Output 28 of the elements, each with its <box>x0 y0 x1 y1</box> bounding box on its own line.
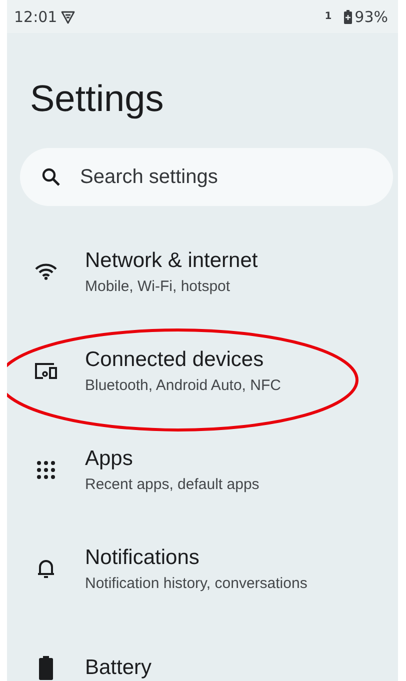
bell-icon <box>37 558 55 579</box>
item-title: Connected devices <box>85 348 265 372</box>
search-icon <box>42 168 60 186</box>
settings-item[interactable]: Connected devices Bluetooth, Android Auto, NFC <box>7 321 398 420</box>
battery-percent: 93% <box>354 8 388 26</box>
item-title: Apps <box>85 446 134 470</box>
item-title: Network & internet <box>85 248 258 272</box>
item-title: Notifications <box>85 546 200 570</box>
item-title: Battery <box>85 656 152 680</box>
wifi-icon <box>35 263 57 280</box>
item-subtitle: Bluetooth, Android Auto, NFC <box>85 376 281 394</box>
page-title: Settings <box>30 77 165 121</box>
settings-item[interactable]: Network & internet Mobile, Wi-Fi, hotspot <box>7 222 398 321</box>
item-subtitle: Mobile, Wi-Fi, hotspot <box>85 278 232 294</box>
search-field[interactable]: Search settings <box>20 148 393 206</box>
sim-number: 1 <box>324 11 332 22</box>
settings-item[interactable]: Battery <box>7 618 398 681</box>
settings-item[interactable]: Notifications Notification history, conversations <box>7 519 398 618</box>
search-input[interactable]: Search settings <box>78 164 371 190</box>
shield-icon <box>61 10 76 24</box>
settings-item[interactable]: Apps Recent apps, default apps <box>7 420 398 519</box>
devices-icon <box>34 362 58 380</box>
status-time: 12:01 <box>14 8 58 26</box>
item-subtitle: Notification history, conversations <box>85 574 308 592</box>
battery-status-icon <box>344 10 352 24</box>
apps-grid-icon <box>37 460 55 478</box>
battery-icon <box>39 656 53 680</box>
item-subtitle: Recent apps, default apps <box>85 476 260 492</box>
